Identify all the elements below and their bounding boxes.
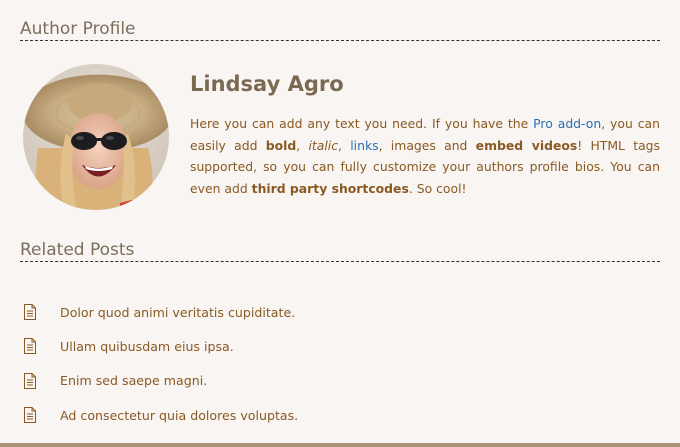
bio-text: , images and bbox=[378, 137, 476, 153]
related-post-item: Enim sed saepe magni. bbox=[20, 364, 660, 398]
bio-italic-text: italic bbox=[308, 137, 339, 153]
related-posts-heading: Related Posts bbox=[20, 239, 660, 262]
related-post-link[interactable]: Ad consectetur quia dolores voluptas. bbox=[60, 408, 298, 423]
bio-text: Here you can add any text you need. If y… bbox=[190, 116, 534, 131]
pro-addon-link[interactable]: Pro add-on bbox=[533, 116, 601, 131]
author-bio: Here you can add any text you need. If y… bbox=[190, 113, 660, 199]
author-photo bbox=[23, 64, 169, 210]
author-box: Author Profile Lindsay Agro Here you can… bbox=[0, 0, 680, 447]
author-avatar bbox=[20, 63, 170, 210]
bio-text: , bbox=[296, 137, 309, 153]
related-post-item: Ullam quibusdam eius ipsa. bbox=[20, 329, 660, 363]
related-post-link[interactable]: Ullam quibusdam eius ipsa. bbox=[60, 339, 234, 354]
bio-bold-text: bold bbox=[265, 137, 297, 153]
bio-text: . So cool! bbox=[408, 180, 467, 196]
document-icon bbox=[20, 407, 60, 424]
related-post-item: Dolor quod animi veritatis cupiditate. bbox=[20, 295, 660, 329]
bio-bold-text: embed videos bbox=[475, 137, 578, 153]
related-posts-list: Dolor quod animi veritatis cupiditate. U… bbox=[20, 295, 660, 432]
related-post-link[interactable]: Dolor quod animi veritatis cupiditate. bbox=[60, 305, 295, 320]
document-icon bbox=[20, 338, 60, 355]
related-post-link[interactable]: Enim sed saepe magni. bbox=[60, 373, 207, 388]
document-icon bbox=[20, 304, 60, 321]
related-post-item: Ad consectetur quia dolores voluptas. bbox=[20, 398, 660, 432]
bio-bold-text: third party shortcodes bbox=[251, 180, 409, 196]
footer-divider bbox=[0, 443, 680, 447]
document-icon bbox=[20, 372, 60, 389]
links-link[interactable]: links bbox=[350, 138, 378, 153]
author-name: Lindsay Agro bbox=[190, 72, 344, 96]
bio-text: , bbox=[338, 137, 351, 153]
author-profile-heading: Author Profile bbox=[20, 18, 660, 41]
